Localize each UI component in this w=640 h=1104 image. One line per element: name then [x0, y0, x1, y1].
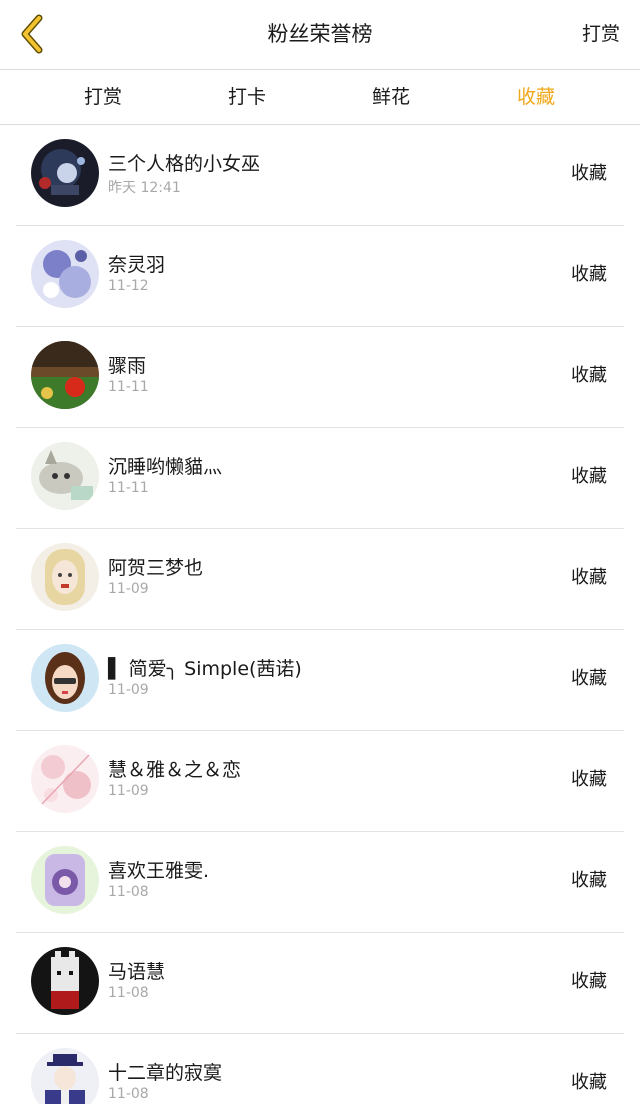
- tab-flowers[interactable]: 鲜花: [331, 71, 451, 125]
- chevron-left-icon: [21, 14, 43, 54]
- favorite-label: 收藏: [571, 769, 607, 790]
- user-name: 慧＆雅＆之＆恋: [108, 759, 242, 781]
- user-name: ▌ 简爱╮ Simple(茜诺): [108, 658, 302, 680]
- page-title: 粉丝荣誉榜: [267, 22, 373, 46]
- user-date: 11-08: [108, 985, 149, 1001]
- list-item[interactable]: 骤雨 11-11 收藏: [0, 327, 640, 428]
- favorite-label: 收藏: [571, 1072, 607, 1093]
- list-item[interactable]: 马语慧 11-08 收藏: [0, 933, 640, 1034]
- user-date: 11-11: [108, 480, 149, 496]
- avatar: [31, 947, 99, 1015]
- favorite-label: 收藏: [571, 163, 607, 184]
- list-item[interactable]: 沉睡哟懒貓灬 11-11 收藏: [0, 428, 640, 529]
- user-name: 骤雨: [108, 355, 147, 377]
- user-date: 11-12: [108, 278, 149, 294]
- user-date: 11-09: [108, 581, 149, 597]
- list-item[interactable]: ▌ 简爱╮ Simple(茜诺) 11-09 收藏: [0, 630, 640, 731]
- user-name: 喜欢王雅雯.: [108, 860, 210, 882]
- list-item[interactable]: 十二章的寂寞 11-08 收藏: [0, 1034, 640, 1104]
- user-name: 十二章的寂寞: [108, 1062, 223, 1084]
- tab-favorites[interactable]: 收藏: [476, 71, 596, 125]
- user-name: 阿贺三梦也: [108, 557, 204, 579]
- avatar: [31, 745, 99, 813]
- list-item[interactable]: 喜欢王雅雯. 11-08 收藏: [0, 832, 640, 933]
- user-date: 11-09: [108, 783, 149, 799]
- favorite-label: 收藏: [571, 567, 607, 588]
- fan-list: 三个人格的小女巫 昨天 12:41 收藏 奈灵羽 11-12 收藏 骤雨 11-…: [0, 125, 640, 1104]
- back-button[interactable]: [8, 10, 56, 58]
- list-item[interactable]: 三个人格的小女巫 昨天 12:41 收藏: [0, 125, 640, 226]
- avatar: [31, 644, 99, 712]
- user-name: 沉睡哟懒貓灬: [108, 456, 223, 478]
- user-date: 11-08: [108, 1086, 149, 1102]
- tab-reward[interactable]: 打赏: [43, 71, 163, 125]
- user-date: 11-09: [108, 682, 149, 698]
- avatar: [31, 139, 99, 207]
- favorite-label: 收藏: [571, 971, 607, 992]
- favorite-label: 收藏: [571, 870, 607, 891]
- tab-checkin[interactable]: 打卡: [187, 71, 307, 125]
- favorite-label: 收藏: [571, 466, 607, 487]
- favorite-label: 收藏: [571, 365, 607, 386]
- avatar: [31, 1048, 99, 1104]
- favorite-label: 收藏: [571, 264, 607, 285]
- user-name: 奈灵羽: [108, 254, 166, 276]
- user-name: 三个人格的小女巫: [108, 153, 261, 175]
- navigation-bar: 粉丝荣誉榜 打赏: [0, 0, 640, 70]
- list-item[interactable]: 阿贺三梦也 11-09 收藏: [0, 529, 640, 630]
- avatar: [31, 442, 99, 510]
- avatar: [31, 240, 99, 308]
- favorite-label: 收藏: [571, 668, 607, 689]
- tab-bar: 打赏 打卡 鲜花 收藏: [0, 71, 640, 125]
- list-item[interactable]: 慧＆雅＆之＆恋 11-09 收藏: [0, 731, 640, 832]
- avatar: [31, 543, 99, 611]
- list-item[interactable]: 奈灵羽 11-12 收藏: [0, 226, 640, 327]
- avatar: [31, 341, 99, 409]
- avatar: [31, 846, 99, 914]
- user-date: 昨天 12:41: [108, 180, 181, 196]
- user-date: 11-11: [108, 379, 149, 395]
- user-name: 马语慧: [108, 961, 166, 983]
- user-date: 11-08: [108, 884, 149, 900]
- reward-button[interactable]: 打赏: [582, 0, 620, 70]
